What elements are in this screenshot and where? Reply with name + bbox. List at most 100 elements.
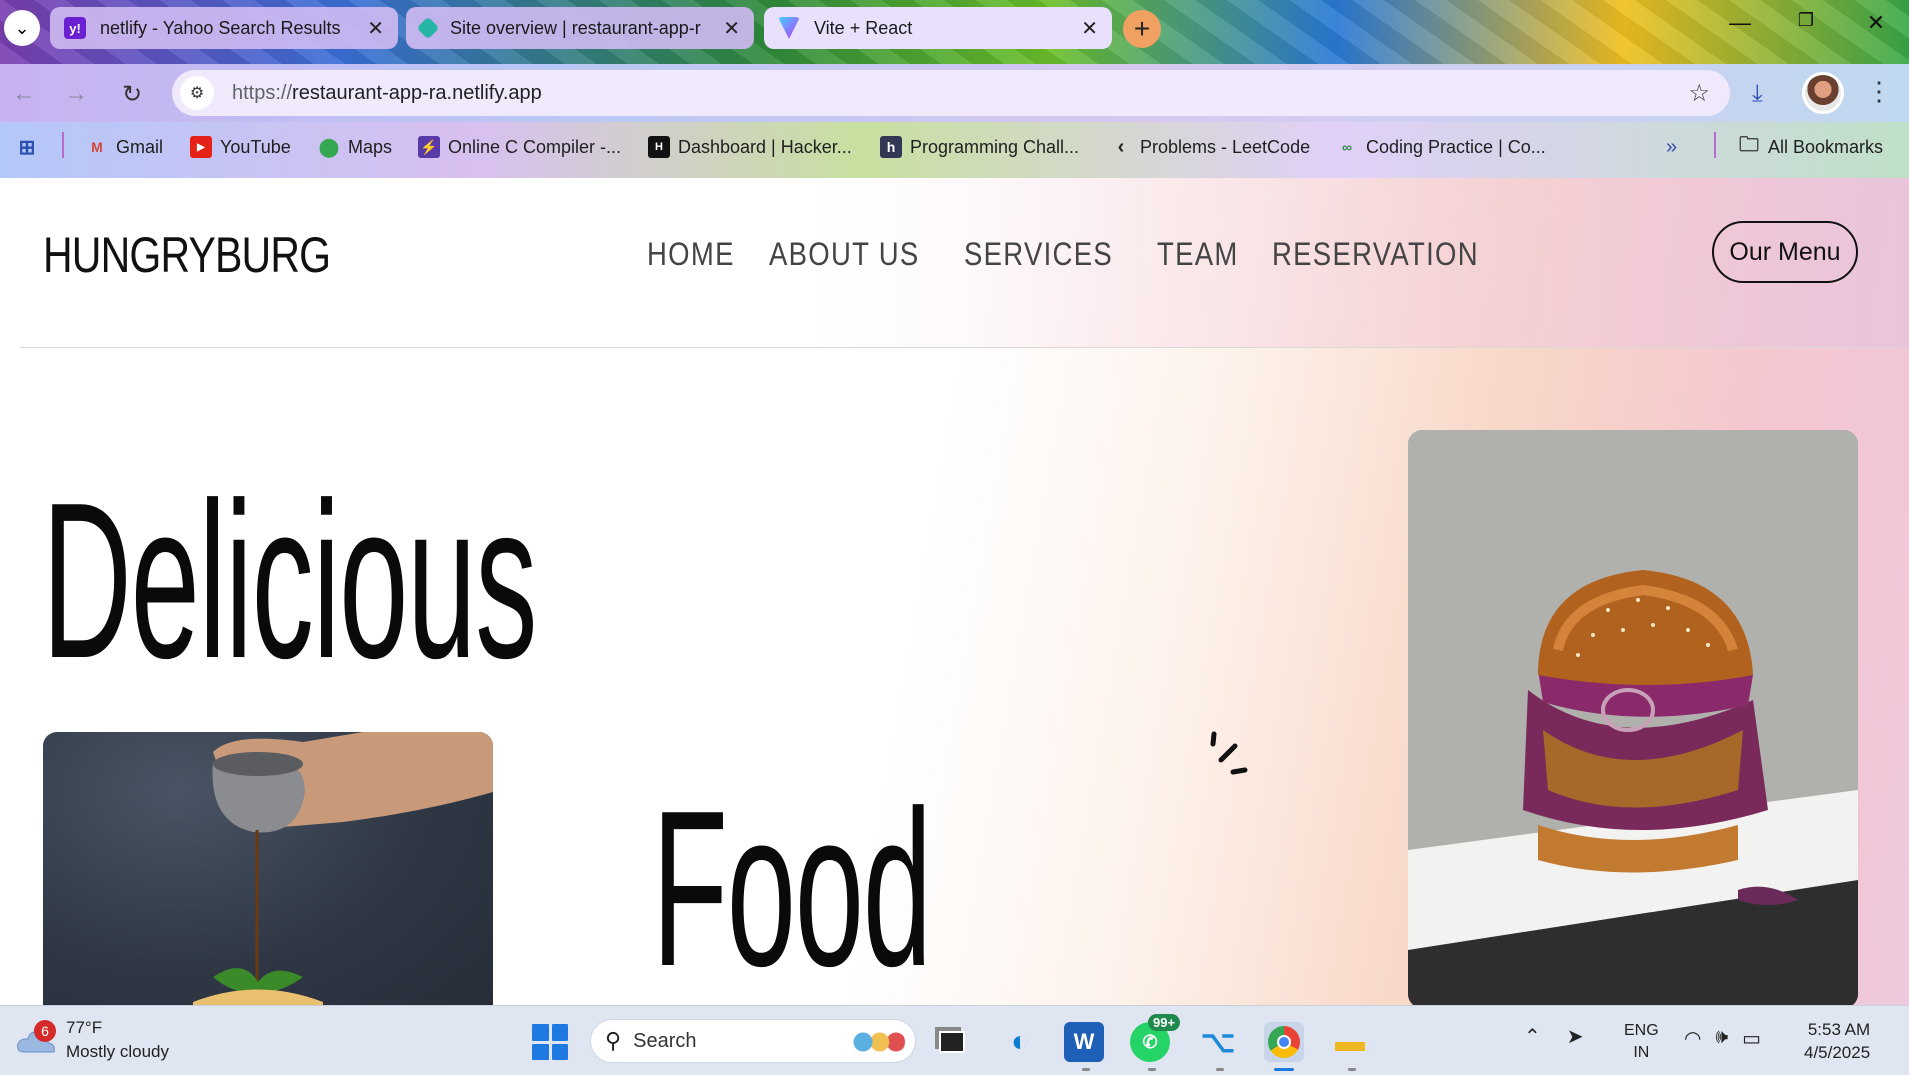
restore-icon[interactable]: ❐ [1786,10,1826,31]
avatar[interactable] [1802,72,1844,114]
gmail-icon: M [91,139,103,155]
search-icon: ⚲ [605,1028,622,1053]
bookmark-maps[interactable]: ⬤ Maps [318,136,392,158]
battery-icon[interactable]: ▭ [1742,1026,1761,1051]
bookmark-coding-practice[interactable]: ∞ Coding Practice | Co... [1336,136,1546,158]
bookmark-label: All Bookmarks [1768,136,1884,157]
compiler-icon: ⚡ [418,136,440,158]
clock[interactable]: 5:53 AM 4/5/2025 [1804,1018,1870,1064]
url-scheme: https:// [232,81,293,104]
bookmark-youtube[interactable]: ▶ YouTube [190,136,291,158]
vscode-icon[interactable]: ⌥ [1198,1022,1238,1062]
weather-badge: 6 [34,1020,56,1042]
word-icon[interactable]: W [1064,1022,1104,1062]
lang-line-1: ENG [1624,1022,1659,1039]
bookmark-programming-challenges[interactable]: h Programming Chall... [880,136,1079,158]
nav-about-us[interactable]: ABOUT US [769,236,920,273]
bookmark-star-icon[interactable]: ☆ [1688,79,1710,108]
hero-heading-delicious: Delicious [42,457,537,705]
weather-widget[interactable]: 6 77°F Mostly cloudy [16,1016,169,1064]
browser-toolbar: ← → ↻ ⚙ https://restaurant-app-ra.netlif… [0,64,1909,122]
apps-icon[interactable]: ⊞ [16,136,46,159]
windows-start-icon[interactable] [532,1024,568,1060]
task-view-icon[interactable] [932,1022,972,1062]
running-indicator [1216,1068,1224,1071]
main-nav: HOME ABOUT US SERVICES TEAM RESERVATION [647,236,1495,273]
close-icon[interactable]: ✕ [367,16,384,41]
cloud-icon: 6 [16,1020,56,1054]
easter-eggs-icon [845,1026,905,1058]
bookmark-label: YouTube [220,136,291,157]
system-tray: ⌃ ➤ [1524,1024,1584,1049]
leetcode-icon: ‹ [1117,135,1125,158]
close-window-icon[interactable]: ✕ [1856,10,1896,36]
hackerrank-icon: H [648,136,670,158]
vite-icon [778,17,800,39]
our-menu-button[interactable]: Our Menu [1712,221,1858,283]
language-indicator[interactable]: ENG IN [1624,1020,1659,1064]
chevron-up-icon[interactable]: ⌃ [1524,1024,1541,1049]
tab-title: netlify - Yahoo Search Results [100,17,341,38]
back-icon[interactable]: ← [6,76,42,112]
more-bookmarks-icon[interactable]: » [1666,136,1677,159]
address-bar[interactable]: ⚙ https://restaurant-app-ra.netlify.app … [172,70,1730,116]
bookmark-label: Online C Compiler -... [448,136,622,157]
tab-vite-react[interactable]: Vite + React ✕ [764,7,1112,49]
nav-team[interactable]: TEAM [1157,236,1239,273]
bookmark-hackerrank[interactable]: H Dashboard | Hacker... [648,136,852,158]
web-page: HUNGRYBURG HOME ABOUT US SERVICES TEAM R… [0,178,1909,1005]
volume-icon[interactable]: 🕪 [1715,1026,1728,1051]
temperature: 77°F [66,1018,103,1037]
wifi-icon[interactable]: ◠ [1684,1026,1701,1051]
minimize-icon[interactable]: — [1720,10,1760,36]
lang-line-2: IN [1633,1044,1650,1061]
more-menu-icon[interactable]: ⋮ [1866,76,1892,107]
tab-search-button[interactable]: ⌄ [4,10,40,46]
bookmark-label: Dashboard | Hacker... [678,136,852,157]
yahoo-icon: y! [64,17,86,39]
whatsapp-icon[interactable]: ✆ 99+ [1130,1014,1181,1062]
all-bookmarks-folder[interactable]: 🗀 All Bookmarks [1738,134,1884,158]
bookmark-label: Gmail [116,136,164,157]
netlify-icon [416,16,440,40]
bookmark-label: Problems - LeetCode [1140,136,1311,157]
bookmark-online-compiler[interactable]: ⚡ Online C Compiler -... [418,136,621,158]
weather-condition: Mostly cloudy [66,1042,169,1061]
tab-title: Site overview | restaurant-app-r [450,17,701,38]
new-tab-button[interactable]: + [1123,10,1161,48]
youtube-icon: ▶ [190,136,212,158]
tab-netlify[interactable]: Site overview | restaurant-app-r ✕ [406,7,754,49]
edge-icon[interactable]: ◐ [1000,1022,1040,1062]
site-logo[interactable]: HUNGRYBURG [43,226,331,284]
running-indicator [1348,1068,1356,1071]
site-settings-icon[interactable]: ⚙ [180,76,214,110]
close-icon[interactable]: ✕ [1081,16,1098,41]
chevron-down-icon: ⌄ [14,17,30,38]
clock-date: 4/5/2025 [1804,1043,1871,1062]
nav-services[interactable]: SERVICES [964,236,1113,273]
tab-yahoo[interactable]: y! netlify - Yahoo Search Results ✕ [50,7,398,49]
bookmark-gmail[interactable]: M Gmail [86,136,163,158]
gfg-icon: ∞ [1342,139,1352,155]
bookmark-leetcode[interactable]: ‹ Problems - LeetCode [1110,136,1310,158]
nav-home[interactable]: HOME [647,236,735,273]
whatsapp-badge: 99+ [1148,1014,1181,1031]
windows-taskbar: 6 77°F Mostly cloudy ⚲ Search ◐ W ✆ 99+ … [0,1005,1909,1075]
hero-heading-food: Food [652,765,932,1005]
folder-icon: 🗀 [1739,134,1759,156]
running-indicator [1148,1068,1156,1071]
tab-title: Vite + React [814,17,913,38]
location-icon[interactable]: ➤ [1567,1024,1584,1049]
forward-icon[interactable]: → [58,76,94,112]
close-icon[interactable]: ✕ [723,16,740,41]
taskbar-search[interactable]: ⚲ Search [590,1019,916,1063]
download-icon[interactable]: ⤓ [1752,80,1763,108]
chrome-icon[interactable] [1264,1022,1304,1062]
header-divider [20,347,1900,348]
plus-icon: + [1133,13,1151,44]
url-text[interactable]: https://restaurant-app-ra.netlify.app [232,82,542,105]
bookmarks-divider [62,132,64,158]
file-explorer-icon[interactable]: ▬ [1330,1022,1370,1062]
nav-reservation[interactable]: RESERVATION [1272,236,1479,273]
reload-icon[interactable]: ↻ [114,76,150,112]
